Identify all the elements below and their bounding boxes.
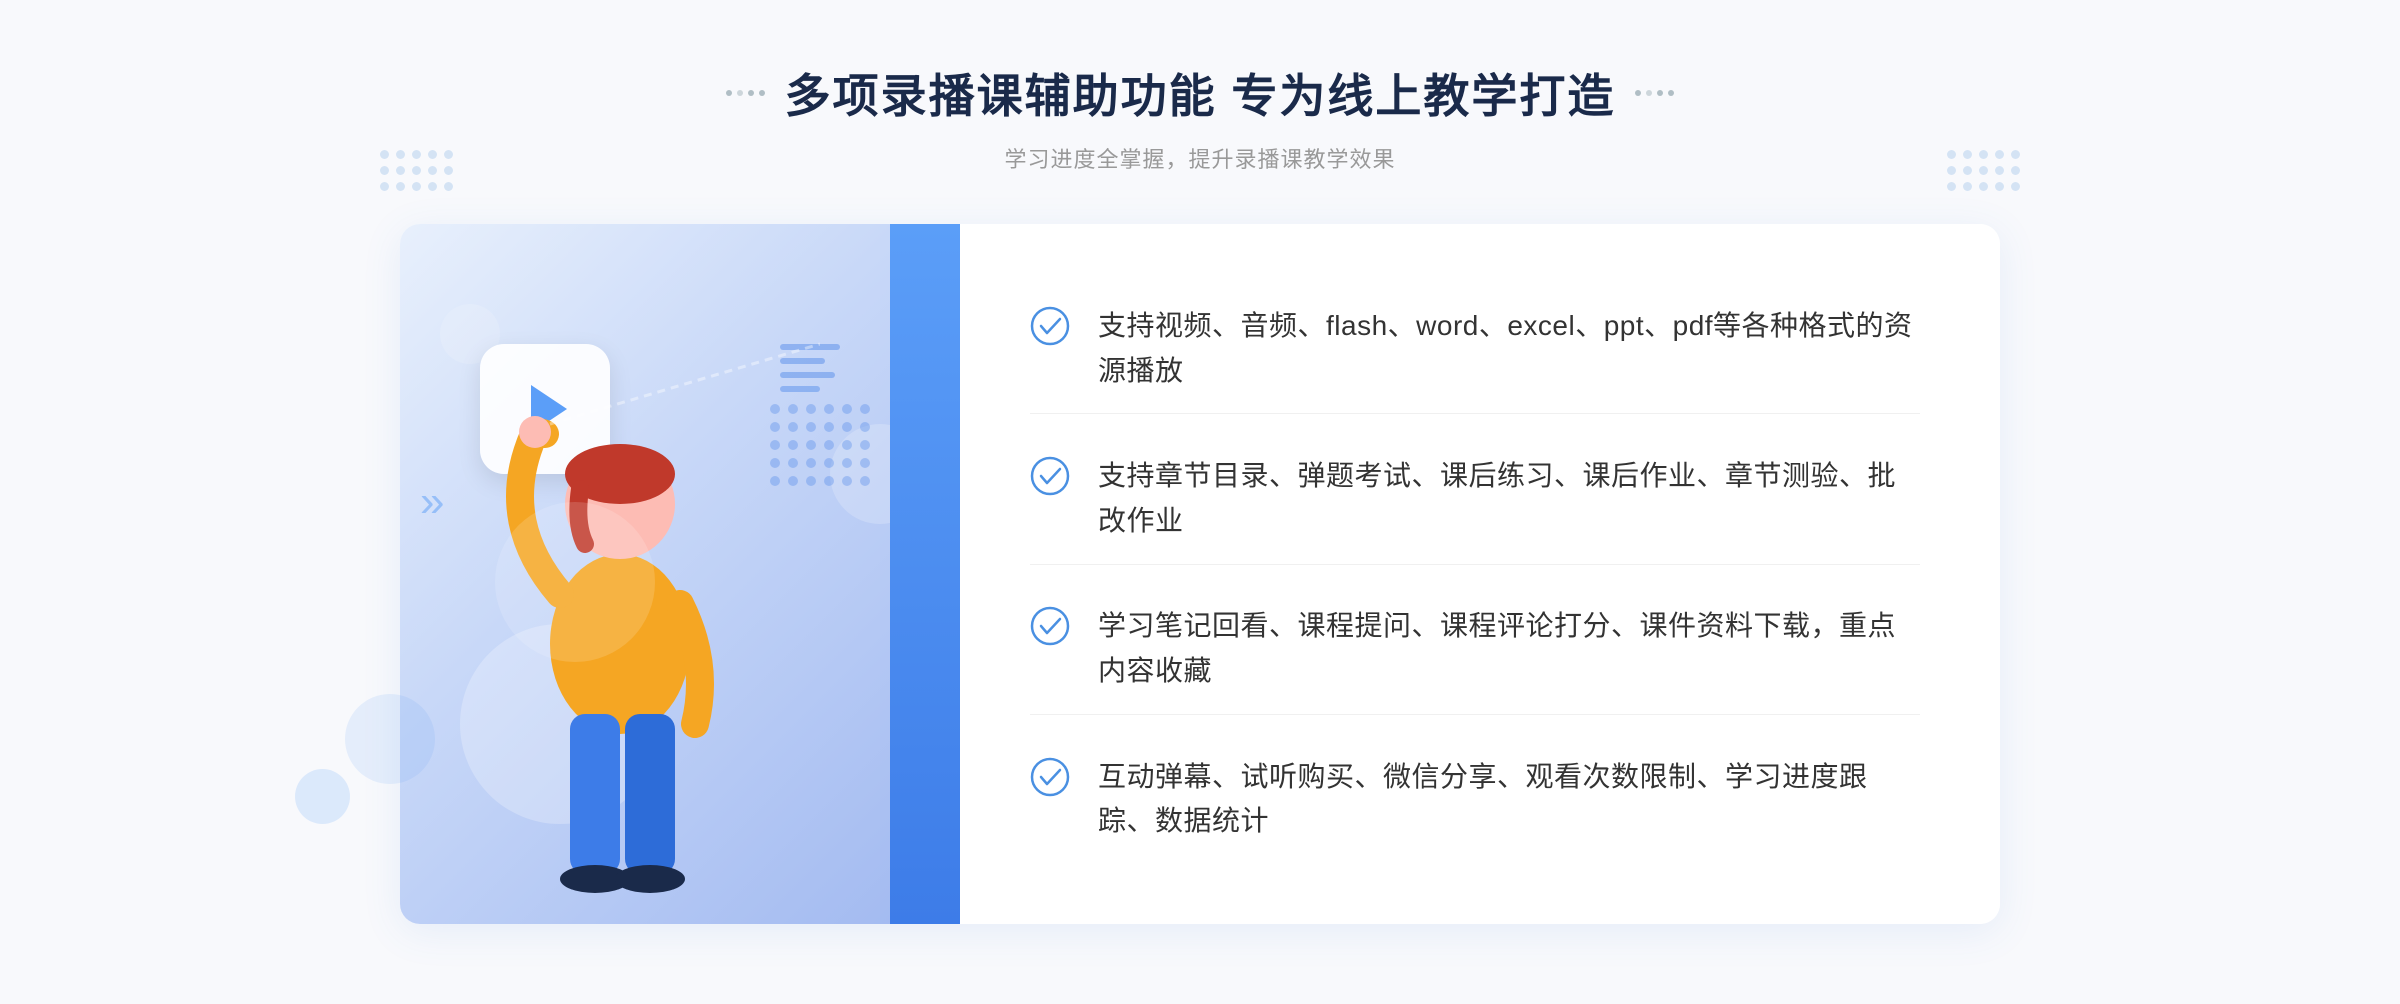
outer-chevron-left: »	[420, 477, 444, 527]
outer-circle-blue-1	[345, 694, 435, 784]
outer-circle-blue-2	[295, 769, 350, 824]
page-wrapper: 多项录播课辅助功能 专为线上教学打造 学习进度全掌握，提升录播课教学效果	[0, 0, 2400, 1004]
feature-text-3: 学习笔记回看、课程提问、课程评论打分、课件资料下载，重点内容收藏	[1098, 604, 1920, 694]
title-deco-right	[1635, 90, 1674, 96]
feature-item-1: 支持视频、音频、flash、word、excel、ppt、pdf等各种格式的资源…	[1030, 284, 1920, 415]
header-section: 多项录播课辅助功能 专为线上教学打造 学习进度全掌握，提升录播课教学效果	[726, 60, 1675, 174]
check-icon-1	[1030, 306, 1070, 346]
feature-text-1: 支持视频、音频、flash、word、excel、ppt、pdf等各种格式的资源…	[1098, 304, 1920, 394]
feature-item-4: 互动弹幕、试听购买、微信分享、观看次数限制、学习进度跟踪、数据统计	[1030, 735, 1920, 865]
feature-item-2: 支持章节目录、弹题考试、课后练习、课后作业、章节测验、批改作业	[1030, 434, 1920, 565]
right-panel: 支持视频、音频、flash、word、excel、ppt、pdf等各种格式的资源…	[960, 224, 2000, 924]
content-area: 支持视频、音频、flash、word、excel、ppt、pdf等各种格式的资源…	[400, 224, 2000, 924]
main-title: 多项录播课辅助功能 专为线上教学打造	[785, 60, 1616, 126]
title-deco-left	[726, 90, 765, 96]
check-icon-2	[1030, 456, 1070, 496]
feature-text-2: 支持章节目录、弹题考试、课后练习、课后作业、章节测验、批改作业	[1098, 454, 1920, 544]
blue-accent-bar	[890, 224, 960, 924]
title-row: 多项录播课辅助功能 专为线上教学打造	[726, 60, 1675, 126]
left-panel	[400, 224, 960, 924]
check-icon-4	[1030, 757, 1070, 797]
feature-item-3: 学习笔记回看、课程提问、课程评论打分、课件资料下载，重点内容收藏	[1030, 584, 1920, 715]
subtitle: 学习进度全掌握，提升录播课教学效果	[726, 142, 1675, 174]
top-left-dot-grid	[380, 150, 453, 191]
feature-text-4: 互动弹幕、试听购买、微信分享、观看次数限制、学习进度跟踪、数据统计	[1098, 755, 1920, 845]
person-illustration	[420, 324, 820, 924]
top-right-dot-grid	[1947, 150, 2020, 191]
check-icon-3	[1030, 606, 1070, 646]
